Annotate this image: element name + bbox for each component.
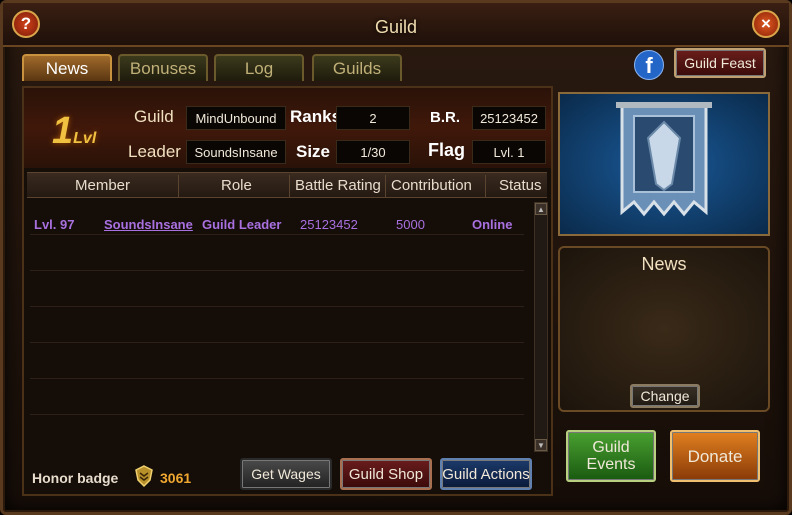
guild-shop-button[interactable]: Guild Shop <box>340 458 432 490</box>
honor-badge-label: Honor badge <box>32 470 119 486</box>
guild-level-number: 1 <box>52 110 74 152</box>
window-title: Guild <box>374 17 418 37</box>
guild-level-badge: 1Lvl <box>52 110 96 153</box>
col-status[interactable]: Status <box>499 177 542 194</box>
leader-name-value: SoundsInsane <box>186 140 286 164</box>
tab-guilds[interactable]: Guilds <box>312 54 402 81</box>
col-battle-rating[interactable]: Battle Rating <box>295 177 381 194</box>
scroll-down-icon[interactable]: ▼ <box>535 439 547 451</box>
honor-badge-value: 3061 <box>160 470 192 486</box>
banner-icon <box>616 102 712 217</box>
size-value: 1/30 <box>336 140 410 164</box>
tab-bonuses[interactable]: Bonuses <box>118 54 208 81</box>
size-label: Size <box>296 142 331 161</box>
guild-flag-banner <box>558 92 770 236</box>
guild-info-header: 1Lvl Guild MindUnbound Ranks 2 B.R. 2512… <box>24 88 551 168</box>
member-name-link[interactable]: SoundsInsane <box>104 217 193 232</box>
guild-feast-button[interactable]: Guild Feast <box>674 48 766 78</box>
news-panel-title: News <box>641 254 687 274</box>
donate-button[interactable]: Donate <box>670 430 760 482</box>
honor-badge-icon <box>135 465 153 488</box>
guild-actions-button[interactable]: Guild Actions <box>440 458 532 490</box>
guild-events-button[interactable]: Guild Events <box>566 430 656 482</box>
news-panel: News Change <box>558 246 770 412</box>
title-bar: Guild ? × <box>3 3 789 47</box>
scroll-up-icon[interactable]: ▲ <box>535 203 547 215</box>
facebook-icon[interactable]: f <box>634 50 664 80</box>
col-role[interactable]: Role <box>221 177 252 194</box>
ranks-label: Ranks <box>290 107 342 126</box>
close-button[interactable]: × <box>752 10 780 38</box>
col-contribution[interactable]: Contribution <box>391 177 472 194</box>
help-icon: ? <box>20 14 32 33</box>
guild-members-panel: 1Lvl Guild MindUnbound Ranks 2 B.R. 2512… <box>22 86 553 496</box>
help-button[interactable]: ? <box>12 10 40 38</box>
br-label: B.R. <box>430 109 460 126</box>
guild-level-suffix: Lvl <box>73 130 97 147</box>
member-status: Online <box>472 217 513 232</box>
guild-label: Guild <box>134 107 174 126</box>
table-header: Member Role Battle Rating Contribution S… <box>27 172 547 198</box>
change-button[interactable]: Change <box>630 384 700 408</box>
guild-name-value: MindUnbound <box>186 106 286 130</box>
member-contribution: 5000 <box>396 217 425 232</box>
flag-value: Lvl. 1 <box>472 140 546 164</box>
leader-label: Leader <box>128 142 181 161</box>
table-scrollbar[interactable]: ▲ ▼ <box>534 202 548 452</box>
member-level: Lvl. 97 <box>34 217 75 232</box>
battle-rating-value: 25123452 <box>472 106 546 130</box>
member-battle-rating: 25123452 <box>300 217 358 232</box>
flag-label: Flag <box>428 140 466 160</box>
table-row[interactable]: Lvl. 97 SoundsInsane Guild Leader 251234… <box>28 217 528 232</box>
ranks-value: 2 <box>336 106 410 130</box>
get-wages-button[interactable]: Get Wages <box>240 458 332 490</box>
col-member[interactable]: Member <box>75 177 130 194</box>
tab-log[interactable]: Log <box>214 54 304 81</box>
tab-news[interactable]: News <box>22 54 112 81</box>
member-role: Guild Leader <box>202 217 282 232</box>
close-icon: × <box>761 14 771 33</box>
